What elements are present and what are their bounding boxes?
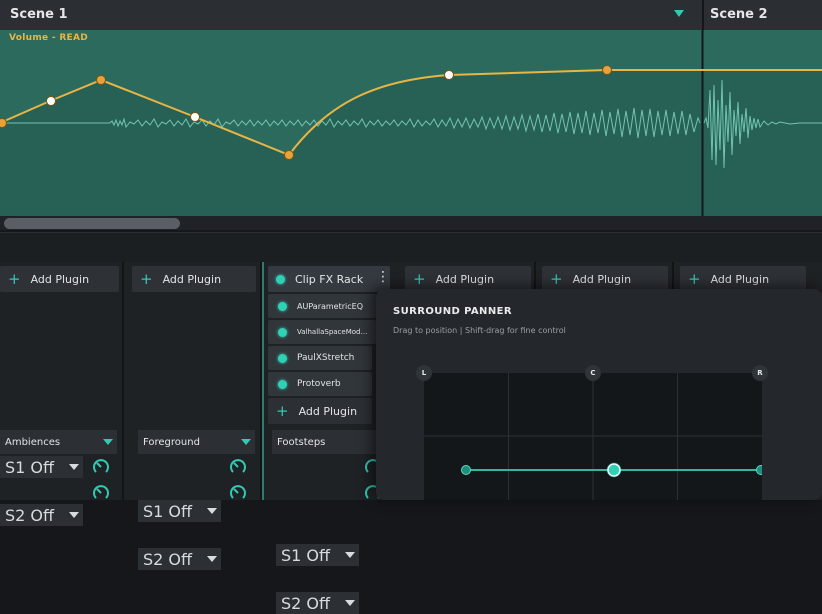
- add-plugin-label: Add Plugin: [298, 404, 358, 418]
- automation-point: [46, 96, 56, 106]
- plus-icon: +: [276, 401, 289, 420]
- channel-name-select[interactable]: Footsteps: [272, 430, 376, 454]
- add-plugin-label: Add Plugin: [572, 272, 632, 286]
- timeline-gap: [0, 232, 822, 263]
- add-plugin-button[interactable]: + Add Plugin: [0, 266, 119, 292]
- pan-left-handle: [461, 465, 471, 475]
- automation-point: [444, 70, 454, 80]
- power-icon[interactable]: [276, 274, 285, 284]
- chevron-down-icon: [345, 600, 355, 606]
- scene-dropdown-icon[interactable]: [674, 10, 684, 17]
- add-plugin-button[interactable]: + Add Plugin: [132, 266, 256, 292]
- plugin-slot-4[interactable]: Protoverb: [268, 372, 372, 396]
- send-1-label: S1 Off: [143, 501, 193, 521]
- speaker-center: C: [585, 365, 601, 381]
- send-1-select[interactable]: S1 Off: [138, 500, 221, 522]
- panner-grid[interactable]: [424, 373, 762, 500]
- send-2-select[interactable]: S2 Off: [276, 592, 359, 614]
- plugin-slot-1[interactable]: AUParametricEQ: [268, 294, 376, 318]
- plus-icon: +: [140, 269, 153, 288]
- plus-icon: +: [688, 269, 701, 288]
- lane-parameter-label[interactable]: Volume - READ: [9, 33, 88, 43]
- pan-position-handle: [607, 463, 621, 477]
- power-icon[interactable]: [278, 301, 287, 311]
- send-1-label: S1 Off: [5, 457, 55, 477]
- send-1-select[interactable]: S1 Off: [0, 456, 83, 478]
- plugin-name: PaulXStretch: [297, 353, 355, 363]
- add-plugin-label: Add Plugin: [435, 272, 495, 286]
- plugin-name: Protoverb: [297, 379, 341, 389]
- send-2-select[interactable]: S2 Off: [0, 504, 83, 526]
- plugin-slot-3[interactable]: PaulXStretch: [268, 346, 372, 370]
- add-plugin-label: Add Plugin: [162, 272, 222, 286]
- plus-icon: +: [413, 269, 426, 288]
- chevron-down-icon: [345, 552, 355, 558]
- automation-canvas[interactable]: [0, 30, 822, 220]
- channel-name: Ambiences: [5, 436, 61, 448]
- power-icon[interactable]: [278, 353, 287, 363]
- chevron-down-icon: [207, 556, 217, 562]
- plugin-name: ValhallaSpaceMod…: [297, 328, 368, 336]
- channel-name-select[interactable]: Foreground: [138, 430, 255, 454]
- send-1-knob[interactable]: [92, 458, 110, 476]
- plugin-slot-2[interactable]: ValhallaSpaceMod…: [268, 320, 376, 344]
- send-2-knob[interactable]: [229, 484, 247, 502]
- add-plugin-label: Add Plugin: [710, 272, 770, 286]
- send-1-select[interactable]: S1 Off: [276, 544, 359, 566]
- pan-right-handle: [756, 465, 762, 475]
- channel-name: Footsteps: [277, 436, 326, 448]
- chevron-down-icon: [69, 512, 79, 518]
- send-1-knob[interactable]: [229, 458, 247, 476]
- automation-point: [602, 65, 612, 75]
- power-icon[interactable]: [278, 327, 287, 337]
- send-1-label: S1 Off: [281, 545, 331, 565]
- chevron-down-icon: [103, 439, 113, 445]
- automation-point: [0, 118, 7, 128]
- power-icon[interactable]: [278, 379, 287, 389]
- channel-name-select[interactable]: Ambiences: [0, 430, 117, 454]
- send-2-select[interactable]: S2 Off: [138, 548, 221, 570]
- add-plugin-label: Add Plugin: [30, 272, 90, 286]
- scene-header: [0, 0, 822, 30]
- more-options-icon[interactable]: ⋮: [376, 269, 390, 285]
- send-2-label: S2 Off: [281, 593, 331, 613]
- channel-name: Foreground: [143, 436, 200, 448]
- chevron-down-icon: [207, 508, 217, 514]
- plus-icon: +: [550, 269, 563, 288]
- panner-title: SURROUND PANNER: [393, 306, 512, 317]
- automation-point: [190, 112, 200, 122]
- clip-fx-rack-label: Clip FX Rack: [295, 272, 364, 286]
- scene-2-label[interactable]: Scene 2: [710, 7, 768, 22]
- scrollbar-thumb[interactable]: [4, 218, 180, 229]
- plus-icon: +: [8, 269, 21, 288]
- speaker-left: L: [416, 365, 432, 381]
- clip-fx-rack-button[interactable]: Clip FX Rack ⋮: [268, 266, 390, 292]
- automation-point: [284, 150, 294, 160]
- send-2-label: S2 Off: [143, 549, 193, 569]
- chevron-down-icon: [241, 439, 251, 445]
- chevron-down-icon: [69, 464, 79, 470]
- plugin-name: AUParametricEQ: [297, 301, 363, 311]
- automation-fill: [0, 70, 822, 216]
- panner-subtitle: Drag to position | Shift-drag for fine c…: [393, 326, 566, 335]
- speaker-right: R: [752, 365, 768, 381]
- scene-1-label[interactable]: Scene 1: [10, 7, 68, 22]
- automation-point: [96, 75, 106, 85]
- send-2-knob[interactable]: [92, 484, 110, 502]
- add-plugin-button[interactable]: + Add Plugin: [268, 398, 372, 424]
- scene-divider: [702, 0, 704, 30]
- send-2-label: S2 Off: [5, 505, 55, 525]
